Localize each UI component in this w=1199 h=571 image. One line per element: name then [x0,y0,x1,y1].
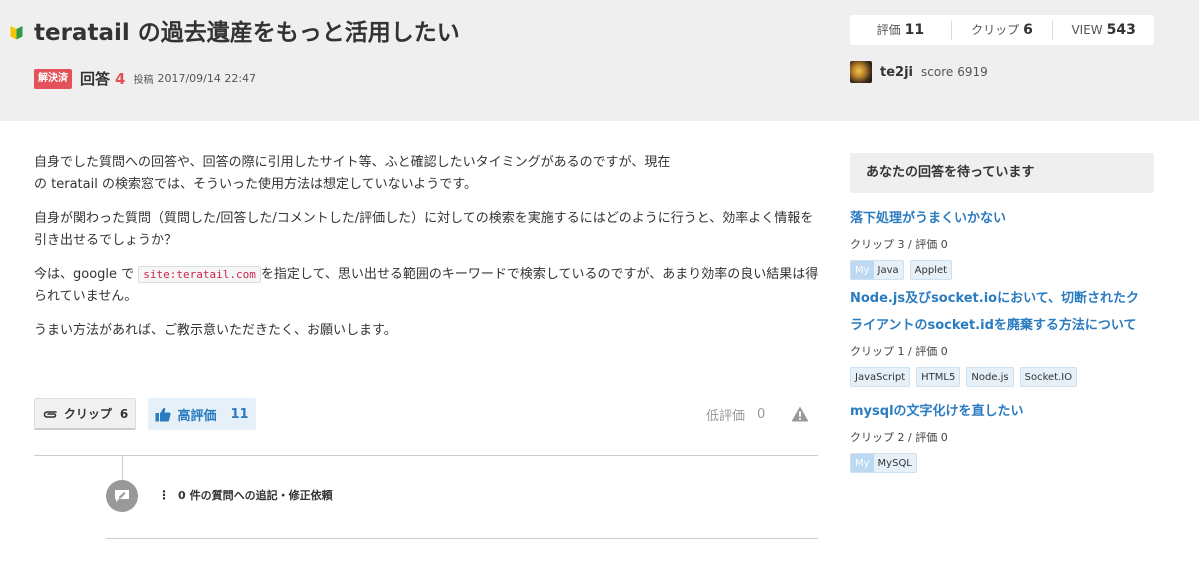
author-info: te2ji score 6919 [850,61,988,83]
comment-bubble-icon [115,490,129,502]
posted-label: 投稿 [133,75,154,86]
downvote-button[interactable]: 低評価 0 [706,398,765,430]
stat-rating-value: 11 [904,22,925,38]
upvote-button[interactable]: 高評価 11 [148,398,256,430]
tag-java[interactable]: My Java [850,260,904,280]
comments-count: 0 [178,488,186,502]
body-paragraph-2: 自身が関わった質問（質問した/回答した/コメントした/評価した）に対しての検索を… [34,211,814,248]
recommended-question: 落下処理がうまくいかない クリップ 3 / 評価 0 My Java Applet [850,205,1170,280]
tag-list: My Java Applet [850,260,1170,280]
recommended-question-title[interactable]: 落下処理がうまくいかない [850,205,1170,232]
clip-button-count: 6 [119,406,129,421]
clip-button[interactable]: クリップ 6 [34,398,136,430]
recommended-question-meta: クリップ 2 / 評価 0 [850,431,948,444]
body-p1-line1: 自身でした質問への回答や、回答の際に引用したサイト等、ふと確認したいタイミングが… [34,155,671,170]
tag-label: Socket.IO [1024,371,1073,383]
user-score-value: 6919 [957,65,988,79]
tag-list: JavaScript HTML5 Node.js Socket.IO [850,367,1150,387]
stat-view-value: 543 [1106,22,1136,38]
tag-mysql[interactable]: My MySQL [850,453,917,473]
question-body: 自身でした質問への回答や、回答の際に引用したサイト等、ふと確認したいタイミングが… [34,152,824,354]
paperclip-icon [43,410,57,418]
tag-label: JavaScript [855,371,906,383]
upvote-button-count: 11 [230,406,249,422]
divider [106,538,818,539]
my-tag-marker: My [851,454,874,472]
stat-view: VIEW 543 [1053,20,1154,40]
thumbs-up-icon [155,407,172,421]
body-p3-before: 今は、google で [34,267,135,282]
upvote-button-label: 高評価 [177,408,217,424]
stat-clip-value: 6 [1023,22,1033,38]
avatar[interactable] [850,61,872,83]
tag-label: Applet [914,264,948,276]
my-tag-marker: My [851,261,874,279]
tag-list: My MySQL [850,453,1170,473]
recommended-question-title[interactable]: Node.js及びsocket.ioにおいて、切断されたクライアントのsocke… [850,285,1150,339]
user-name-link[interactable]: te2ji [880,65,913,80]
divider [34,455,818,456]
beginner-mark-icon [10,26,23,40]
answers-count[interactable]: 4 [115,70,125,88]
recommended-question: mysqlの文字化けを直したい クリップ 2 / 評価 0 My MySQL [850,398,1170,473]
stat-rating-label: 評価 [876,23,901,37]
tag-socketio[interactable]: Socket.IO [1019,367,1078,387]
downvote-button-count: 0 [757,406,766,422]
tag-label: Java [877,264,899,276]
recommended-question-meta: クリップ 3 / 評価 0 [850,238,948,251]
body-paragraph-3: 今は、google で site:teratail.com を指定して、思い出せる… [34,264,824,308]
recommended-question: Node.js及びsocket.ioにおいて、切断されたクライアントのsocke… [850,285,1150,387]
tag-nodejs[interactable]: Node.js [966,367,1014,387]
comments-toggle[interactable]: ⋮ 0 件の質問への追記・修正依頼 [158,487,333,503]
clip-button-label: クリップ [63,407,112,421]
downvote-button-label: 低評価 [706,408,746,424]
body-paragraph-4: うまい方法があれば、ご教示意いただきたく、お願いします。 [34,323,397,338]
tag-javascript[interactable]: JavaScript [850,367,911,387]
stats-box: 評価 11 クリップ 6 VIEW 543 [850,15,1154,45]
waiting-answers-heading: あなたの回答を待っています [850,153,1154,193]
more-vert-icon: ⋮ [158,488,170,502]
page-title: teratail の過去遺産をもっと活用したい [34,20,460,46]
recommended-question-title[interactable]: mysqlの文字化けを直したい [850,398,1170,425]
stat-clip: クリップ 6 [952,20,1054,40]
solved-badge: 解決済 [34,68,72,89]
comments-label: 件の質問への追記・修正依頼 [189,489,333,502]
comment-edit-icon [106,480,138,512]
tag-applet[interactable]: Applet [909,260,953,280]
stat-rating: 評価 11 [850,20,952,40]
answers-label: 回答 [80,70,111,88]
question-actions: クリップ 6 高評価 11 低評価 0 [34,398,818,430]
body-paragraph-1: 自身でした質問への回答や、回答の際に引用したサイト等、ふと確認したいタイミングが… [34,152,824,196]
warning-triangle-icon[interactable] [791,406,809,422]
user-score-label: score [921,65,954,79]
tag-label: HTML5 [921,371,956,383]
question-header: teratail の過去遺産をもっと活用したい 解決済 回答 4 投稿 2017… [0,0,1199,121]
question-meta: 解決済 回答 4 投稿 2017/09/14 22:47 [34,68,256,89]
recommended-question-meta: クリップ 1 / 評価 0 [850,345,948,358]
posted-date: 2017/09/14 22:47 [157,72,257,85]
tag-label: MySQL [877,457,912,469]
tag-label: Node.js [971,371,1009,383]
tag-html5[interactable]: HTML5 [916,367,961,387]
timeline-line [122,456,123,482]
stat-view-label: VIEW [1071,23,1103,37]
stat-clip-label: クリップ [971,23,1020,37]
inline-code: site:teratail.com [138,266,261,283]
body-p1-line2: の teratail の検索窓では、そういった使用方法は想定していないようです。 [34,177,478,192]
